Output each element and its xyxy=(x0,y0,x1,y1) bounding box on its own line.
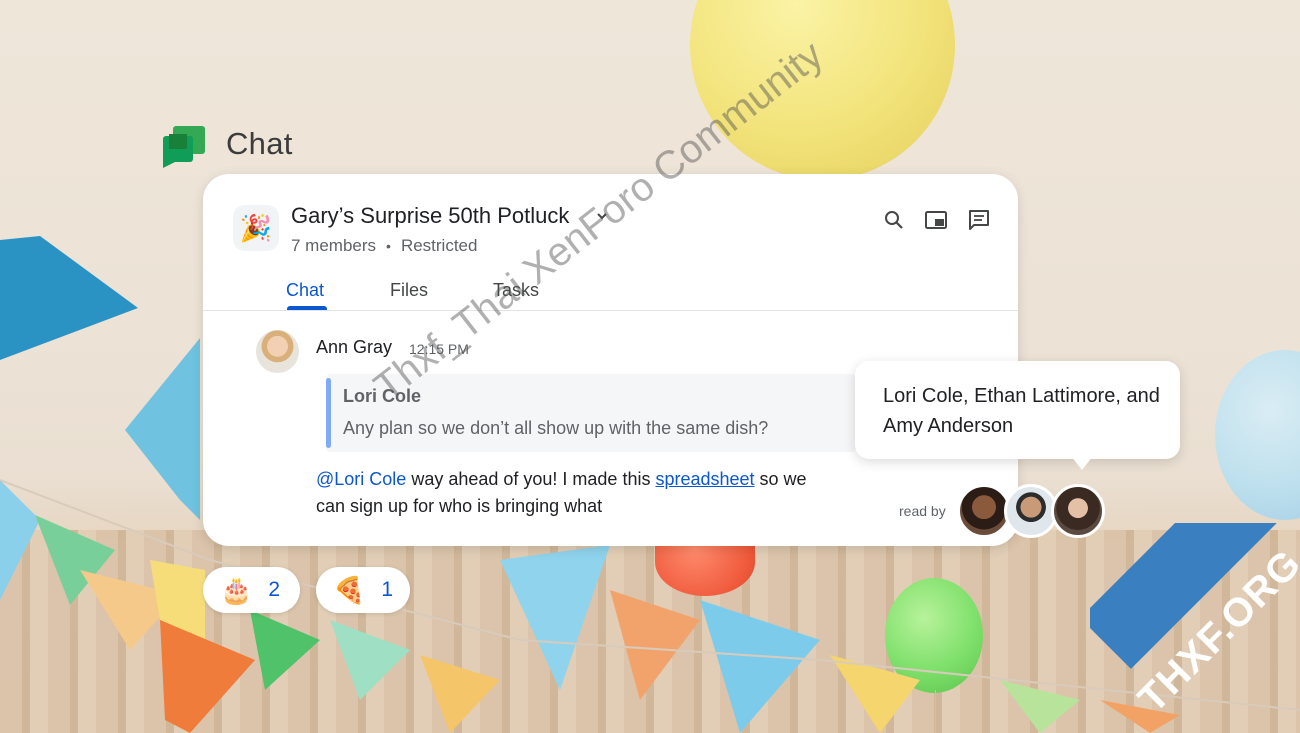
reaction-chip[interactable]: 🎂 2 xyxy=(203,567,300,613)
bunting-flag xyxy=(420,655,500,733)
cake-icon: 🎂 xyxy=(220,574,253,605)
avatar[interactable] xyxy=(1004,484,1058,538)
bunting-flag xyxy=(125,338,200,520)
threads-button[interactable] xyxy=(966,207,992,233)
tab-files[interactable]: Files xyxy=(390,280,428,301)
member-count[interactable]: 7 members xyxy=(291,236,376,256)
pizza-icon: 🍕 xyxy=(333,574,366,605)
pip-button[interactable] xyxy=(923,207,949,233)
sender-name[interactable]: Ann Gray xyxy=(316,337,392,358)
mention-link[interactable]: @Lori Cole xyxy=(316,469,406,489)
tooltip-text: Lori Cole, Ethan Lattimore, and Amy Ande… xyxy=(883,385,1160,437)
message-text: way ahead of you! I made this xyxy=(406,469,656,489)
thread-icon xyxy=(969,210,989,230)
bunting-flag xyxy=(500,545,610,690)
tab-chat[interactable]: Chat xyxy=(286,280,324,301)
meta-separator: • xyxy=(386,238,391,254)
chat-logo-icon xyxy=(163,126,205,168)
search-icon xyxy=(885,211,903,229)
bunting-flag xyxy=(250,610,320,690)
room-name[interactable]: Gary’s Surprise 50th Potluck xyxy=(291,203,569,229)
quote-text: Any plan so we don’t all show up with th… xyxy=(343,418,769,438)
reaction-chip[interactable]: 🍕 1 xyxy=(316,567,410,613)
tooltip-tail xyxy=(1071,456,1093,470)
access-level: Restricted xyxy=(400,236,478,255)
bunting-flag xyxy=(1000,680,1080,733)
room-avatar[interactable]: 🎉 xyxy=(233,205,279,251)
app-title: Chat xyxy=(226,126,293,161)
avatar[interactable] xyxy=(957,484,1011,538)
quote-bar xyxy=(326,378,331,448)
search-button[interactable] xyxy=(881,207,907,233)
message-body: @Lori Cole way ahead of you! I made this… xyxy=(316,466,836,520)
tab-divider xyxy=(203,310,1018,311)
bunting-flag xyxy=(700,600,820,733)
room-meta: 7 members • Restricted xyxy=(291,236,477,256)
bunting-flag xyxy=(0,480,40,600)
reaction-count: 1 xyxy=(381,578,394,601)
bunting-flag xyxy=(0,236,138,360)
avatar[interactable] xyxy=(256,330,299,373)
reaction-count: 2 xyxy=(268,578,281,601)
bunting-flag xyxy=(160,620,255,733)
bunting-flag xyxy=(610,590,700,700)
pip-icon xyxy=(925,211,947,229)
read-by-label: read by xyxy=(899,503,946,519)
bunting-flag xyxy=(330,620,410,700)
spreadsheet-link[interactable]: spreadsheet xyxy=(655,469,754,489)
